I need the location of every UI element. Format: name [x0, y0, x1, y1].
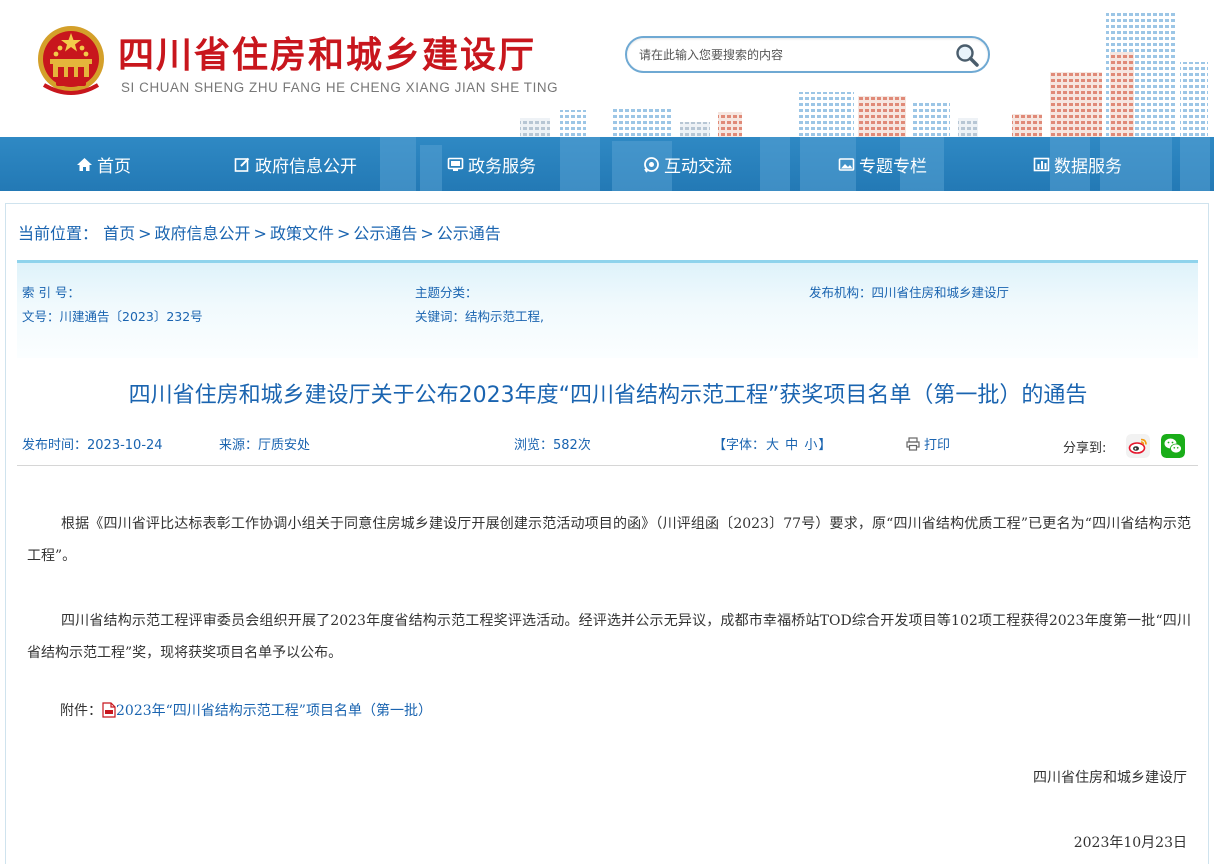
nav-label: 数据服务 — [1054, 156, 1122, 177]
article-title: 四川省住房和城乡建设厅关于公布2023年度“四川省结构示范工程”获奖项目名单（第… — [128, 383, 1088, 408]
breadcrumb-policy-docs[interactable]: 政策文件 — [270, 224, 334, 243]
breadcrumb-prefix: 当前位置： — [18, 224, 99, 243]
meta-publisher-label: 发布机构： — [809, 285, 872, 300]
attachment-label: 附件： — [60, 703, 102, 719]
document-meta-box: 索 引 号： 主题分类： 发布机构：四川省住房和城乡建设厅 文号：川建通告〔20… — [17, 260, 1198, 358]
meta-keywords: 关键词：结构示范工程, — [415, 306, 544, 325]
monitor-icon — [447, 157, 464, 171]
view-count: 浏览：582次 — [514, 438, 591, 453]
site-header: 四川省住房和城乡建设厅 SI CHUAN SHENG ZHU FANG HE C… — [0, 0, 1214, 137]
nav-label: 互动交流 — [664, 156, 732, 177]
meta-index-number: 索 引 号： — [22, 282, 80, 301]
national-emblem-icon — [38, 26, 104, 95]
pdf-file-icon — [102, 702, 116, 718]
attachment-link[interactable]: 2023年“四川省结构示范工程”项目名单（第一批） — [116, 700, 432, 720]
meta-publisher-value: 四川省住房和城乡建设厅 — [871, 285, 1010, 300]
home-icon — [77, 157, 92, 171]
meta-publisher: 发布机构：四川省住房和城乡建设厅 — [809, 282, 1009, 301]
meta-topic: 主题分类： — [415, 282, 478, 301]
nav-item-interaction[interactable]: 互动交流 — [643, 137, 732, 191]
site-title: 四川省住房和城乡建设厅 — [118, 34, 537, 76]
meta-keywords-label: 关键词： — [415, 309, 466, 324]
content-divider — [17, 465, 1198, 466]
breadcrumb: 当前位置： 首页 > 政府信息公开 > 政策文件 > 公示通告 > 公示通告 — [18, 220, 501, 244]
meta-topic-label: 主题分类： — [415, 285, 478, 300]
print-label: 打印 — [924, 438, 951, 453]
edit-icon — [234, 157, 250, 172]
search-icon[interactable] — [954, 42, 980, 68]
search-input[interactable] — [639, 45, 949, 65]
nav-item-data-services[interactable]: 数据服务 — [1033, 137, 1122, 191]
meta-docno-label: 文号： — [22, 309, 60, 324]
meta-index-label: 索 引 号： — [22, 285, 80, 300]
font-size-controls: 【字体：大 中 小】 — [713, 434, 831, 453]
weibo-share-icon[interactable] — [1126, 434, 1150, 458]
print-button[interactable]: 打印 — [906, 434, 950, 453]
breadcrumb-gov-info[interactable]: 政府信息公开 — [155, 224, 251, 243]
article-paragraph: 根据《四川省评比达标表彰工作协调小组关于同意住房城乡建设厅开展创建示范活动项目的… — [27, 516, 1191, 564]
nav-item-home[interactable]: 首页 — [76, 137, 131, 191]
printer-icon — [906, 436, 920, 451]
image-icon — [838, 157, 855, 171]
chat-icon — [644, 156, 659, 172]
breadcrumb-home[interactable]: 首页 — [103, 224, 135, 243]
breadcrumb-notices-current[interactable]: 公示通告 — [437, 224, 501, 243]
font-size-suffix: 】 — [818, 438, 832, 453]
nav-label: 首页 — [97, 156, 131, 177]
breadcrumb-separator: > — [420, 224, 434, 243]
meta-keywords-value: 结构示范工程, — [465, 309, 544, 324]
article-source: 来源：厅质安处 — [219, 438, 311, 453]
meta-docno-value: 川建通告〔2023〕232号 — [59, 309, 203, 324]
article-paragraph: 四川省结构示范工程评审委员会组织开展了2023年度省结构示范工程奖评选活动。经评… — [27, 613, 1191, 661]
nav-label: 政务服务 — [468, 156, 536, 177]
font-size-small-button[interactable]: 小 — [804, 438, 817, 453]
attachment-row: 附件： 2023年“四川省结构示范工程”项目名单（第一批） — [60, 700, 432, 720]
meta-document-number: 文号：川建通告〔2023〕232号 — [22, 306, 203, 325]
nav-skyline-decoration — [380, 137, 1210, 191]
share-label: 分享到: — [1063, 441, 1107, 456]
signer: 四川省住房和城乡建设厅 — [1033, 770, 1187, 786]
breadcrumb-separator: > — [336, 224, 351, 243]
publish-time: 发布时间：2023-10-24 — [22, 438, 163, 453]
wechat-share-icon[interactable] — [1161, 434, 1185, 458]
breadcrumb-separator: > — [138, 224, 152, 243]
breadcrumb-notices[interactable]: 公示通告 — [353, 224, 417, 243]
nav-label: 专题专栏 — [859, 156, 927, 177]
bar-chart-icon — [1033, 157, 1050, 171]
nav-item-gov-info[interactable]: 政府信息公开 — [234, 137, 357, 191]
font-size-large-button[interactable]: 大 — [766, 438, 779, 453]
sign-date: 2023年10月23日 — [1073, 835, 1187, 851]
nav-label: 政府信息公开 — [255, 156, 357, 177]
nav-item-gov-services[interactable]: 政务服务 — [447, 137, 536, 191]
font-size-medium-button[interactable]: 中 — [785, 438, 798, 453]
breadcrumb-separator: > — [253, 224, 267, 243]
nav-item-special-topics[interactable]: 专题专栏 — [838, 137, 927, 191]
search-box — [625, 36, 990, 73]
content-panel: 当前位置： 首页 > 政府信息公开 > 政策文件 > 公示通告 > 公示通告 索 引 号： 主题… — [5, 203, 1209, 864]
font-size-prefix: 【字体： — [713, 438, 766, 453]
main-nav: 首页 政府信息公开 政务服务 互动交流 专题专栏 数据服务 — [0, 137, 1214, 191]
